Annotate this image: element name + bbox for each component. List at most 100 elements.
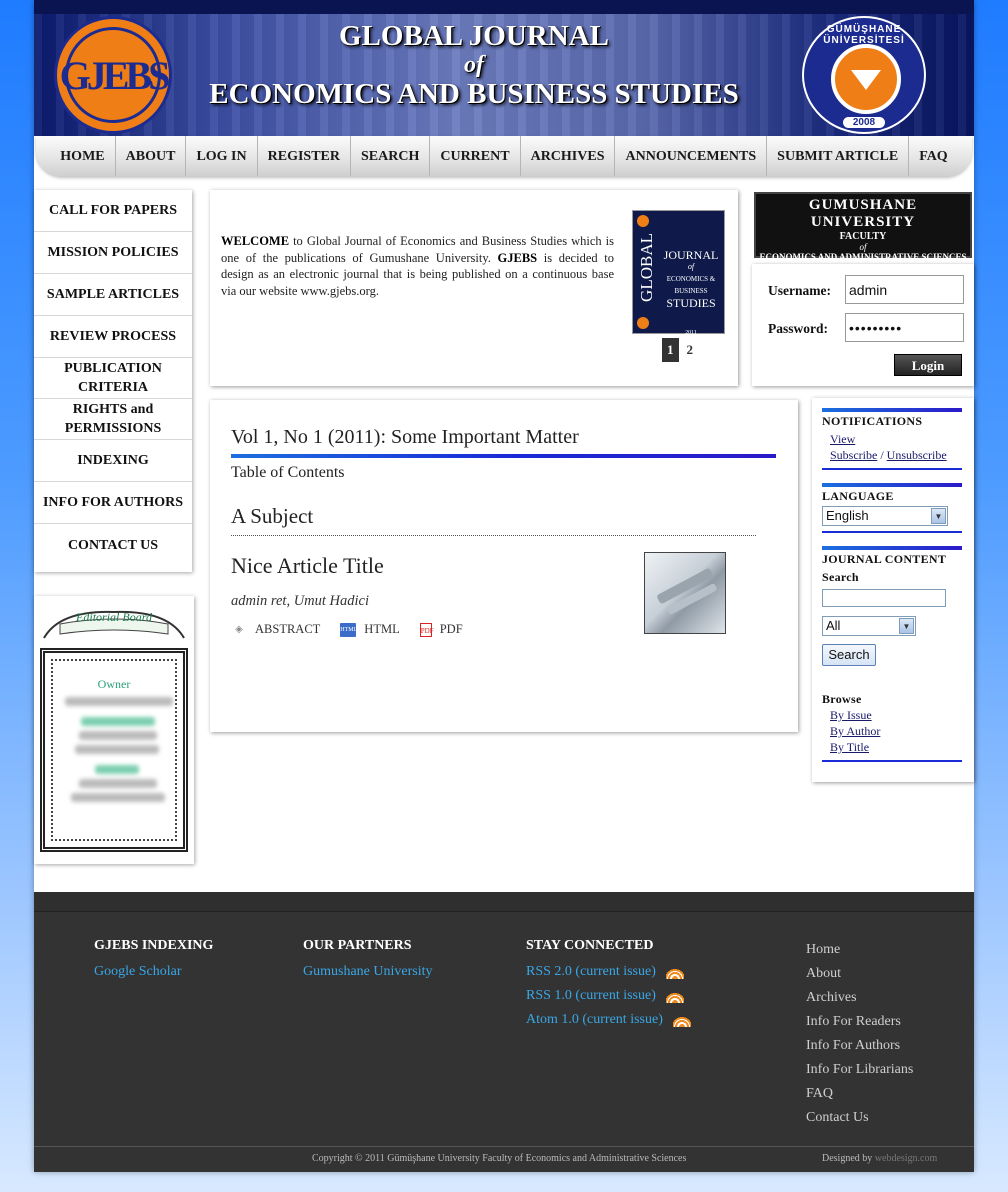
- main-nav: HOME ABOUT LOG IN REGISTER SEARCH CURREN…: [36, 136, 972, 176]
- footer-link-info-authors[interactable]: Info For Authors: [806, 1034, 913, 1058]
- article-title[interactable]: Nice Article Title: [231, 553, 384, 579]
- left-menu-info-for-authors[interactable]: INFO FOR AUTHORS: [34, 482, 192, 524]
- nav-about[interactable]: ABOUT: [116, 136, 187, 176]
- editorial-banner-label: Editorial Board: [76, 610, 152, 624]
- notifications-heading: NOTIFICATIONS: [822, 414, 923, 428]
- footer-link-home[interactable]: Home: [806, 938, 913, 962]
- html-link[interactable]: HTML HTML: [340, 622, 400, 637]
- university-badge-dept: ECONOMICS AND ADMINISTRATIVE SCIENCES: [759, 252, 967, 262]
- left-menu-rights-permissions[interactable]: RIGHTS and PERMISSIONS: [34, 399, 192, 440]
- footer-google-scholar-link[interactable]: Google Scholar: [94, 960, 213, 984]
- pager-page-1[interactable]: 1: [662, 338, 679, 362]
- university-badge[interactable]: GUMUSHANE UNIVERSITY FACULTY of ECONOMIC…: [754, 192, 972, 278]
- sidebar-rule: [822, 760, 962, 762]
- footer-atom-label: Atom 1.0 (current issue): [526, 1012, 663, 1027]
- search-button[interactable]: Search: [822, 644, 876, 666]
- footer-link-info-librarians[interactable]: Info For Librarians: [806, 1058, 913, 1082]
- sidebar-rule: [822, 531, 962, 533]
- cover-side-title: GLOBAL: [637, 233, 656, 302]
- language-select[interactable]: English ▼: [822, 506, 948, 526]
- cover-emblem: [637, 215, 649, 227]
- site-title: GLOBAL JOURNAL of ECONOMICS AND BUSINESS…: [194, 20, 754, 110]
- footer-partners-heading: OUR PARTNERS: [303, 938, 412, 953]
- issue-title: Vol 1, No 1 (2011): Some Important Matte…: [231, 426, 579, 448]
- left-menu-call-for-papers[interactable]: CALL FOR PAPERS: [34, 190, 192, 232]
- password-input[interactable]: [845, 313, 964, 342]
- footer-link-faq[interactable]: FAQ: [806, 1082, 913, 1106]
- footer-designer-link[interactable]: webdesign.com: [875, 1153, 938, 1164]
- browse-by-author-link[interactable]: By Author: [830, 724, 880, 739]
- journal-cover-image[interactable]: GLOBAL JOURNAL of ECONOMICS & BUSINESS S…: [632, 210, 725, 336]
- login-box: Username: Password: Login: [752, 264, 974, 386]
- abstract-link[interactable]: ◈ ABSTRACT: [231, 622, 320, 637]
- left-menu-publication-criteria[interactable]: PUBLICATION CRITERIA: [34, 358, 192, 399]
- cover-sub: ECONOMICS & BUSINESS: [666, 275, 716, 295]
- left-menu-mission-policies[interactable]: MISSION POLICIES: [34, 232, 192, 274]
- title-line-2: of: [464, 52, 484, 78]
- browse-by-issue-link[interactable]: By Issue: [830, 708, 872, 723]
- browse-by-title-link[interactable]: By Title: [830, 740, 869, 755]
- table-of-contents-heading: Table of Contents: [231, 464, 345, 481]
- welcome-box: WELCOME to Global Journal of Economics a…: [210, 190, 738, 386]
- left-menu-indexing[interactable]: INDEXING: [34, 440, 192, 482]
- browse-heading: Browse: [822, 692, 862, 706]
- editorial-owner-label: Owner: [97, 677, 131, 691]
- nav-submit-article[interactable]: SUBMIT ARTICLE: [767, 136, 910, 176]
- left-menu-review-process[interactable]: REVIEW PROCESS: [34, 316, 192, 358]
- article-authors: admin ret, Umut Hadici: [231, 593, 370, 609]
- editorial-frame: Owner: [40, 648, 188, 852]
- cover-pager: 1 2: [662, 338, 697, 362]
- journal-logo-mark: GJEBS: [60, 27, 170, 123]
- left-menu-sample-articles[interactable]: SAMPLE ARTICLES: [34, 274, 192, 316]
- main-content: Vol 1, No 1 (2011): Some Important Matte…: [210, 400, 798, 732]
- issue-title-underline: [231, 454, 776, 458]
- username-label: Username:: [768, 283, 831, 298]
- search-scope-select[interactable]: All ▼: [822, 616, 916, 636]
- left-menu-contact-us[interactable]: CONTACT US: [34, 524, 192, 566]
- nav-current[interactable]: CURRENT: [430, 136, 521, 176]
- search-label: Search: [822, 570, 859, 584]
- right-sidebar: NOTIFICATIONS View Subscribe / Unsubscri…: [812, 398, 974, 782]
- journal-logo[interactable]: GJEBS: [54, 16, 172, 134]
- university-logo-year: 2008: [842, 117, 886, 128]
- nav-archives[interactable]: ARCHIVES: [521, 136, 616, 176]
- footer-link-contact[interactable]: Contact Us: [806, 1106, 913, 1130]
- username-input[interactable]: [845, 275, 964, 304]
- nav-login[interactable]: LOG IN: [186, 136, 258, 176]
- cover-studies: STUDIES: [666, 296, 716, 310]
- footer-link-info-readers[interactable]: Info For Readers: [806, 1010, 913, 1034]
- editorial-board-widget[interactable]: Editorial Board Owner: [34, 596, 194, 864]
- subscribe-link[interactable]: Subscribe: [830, 448, 877, 462]
- footer-rss1-link[interactable]: RSS 1.0 (current issue): [526, 984, 691, 1008]
- nav-register[interactable]: REGISTER: [258, 136, 351, 176]
- nav-announcements[interactable]: ANNOUNCEMENTS: [615, 136, 768, 176]
- university-badge-faculty: FACULTY: [839, 231, 887, 242]
- login-button[interactable]: Login: [894, 354, 962, 376]
- footer-rss2-label: RSS 2.0 (current issue): [526, 964, 656, 979]
- footer-bottom-bar: Copyright © 2011 Gümüşhane University Fa…: [34, 1146, 974, 1172]
- footer-link-archives[interactable]: Archives: [806, 986, 913, 1010]
- footer-atom-link[interactable]: Atom 1.0 (current issue): [526, 1008, 691, 1032]
- language-select-value: English: [826, 508, 869, 523]
- cover-journal: JOURNAL: [663, 248, 719, 262]
- university-logo[interactable]: GÜMÜŞHANE ÜNİVERSİTESİ 2008: [802, 16, 926, 134]
- nav-faq[interactable]: FAQ: [909, 136, 958, 176]
- editorial-blurred-line: [81, 717, 155, 726]
- footer-rss2-link[interactable]: RSS 2.0 (current issue): [526, 960, 691, 984]
- footer-connected-heading: STAY CONNECTED: [526, 938, 654, 953]
- university-logo-year-wrap: 2008: [804, 117, 924, 128]
- search-scope-value: All: [826, 618, 841, 633]
- footer-link-about[interactable]: About: [806, 962, 913, 986]
- notifications-view-link[interactable]: View: [830, 432, 855, 447]
- unsubscribe-link[interactable]: Unsubscribe: [887, 448, 947, 462]
- nav-search[interactable]: SEARCH: [351, 136, 431, 176]
- pdf-link-label: PDF: [439, 622, 463, 636]
- footer-partner-link[interactable]: Gumushane University: [303, 960, 432, 984]
- subscribe-row: Subscribe / Unsubscribe: [830, 448, 947, 463]
- journal-search-input[interactable]: [822, 589, 946, 607]
- article-thumbnail[interactable]: [644, 552, 726, 634]
- pdf-link[interactable]: PDF PDF: [419, 622, 463, 637]
- nav-home[interactable]: HOME: [50, 136, 116, 176]
- chevron-down-icon: ▼: [899, 618, 914, 634]
- pager-page-2[interactable]: 2: [683, 340, 698, 360]
